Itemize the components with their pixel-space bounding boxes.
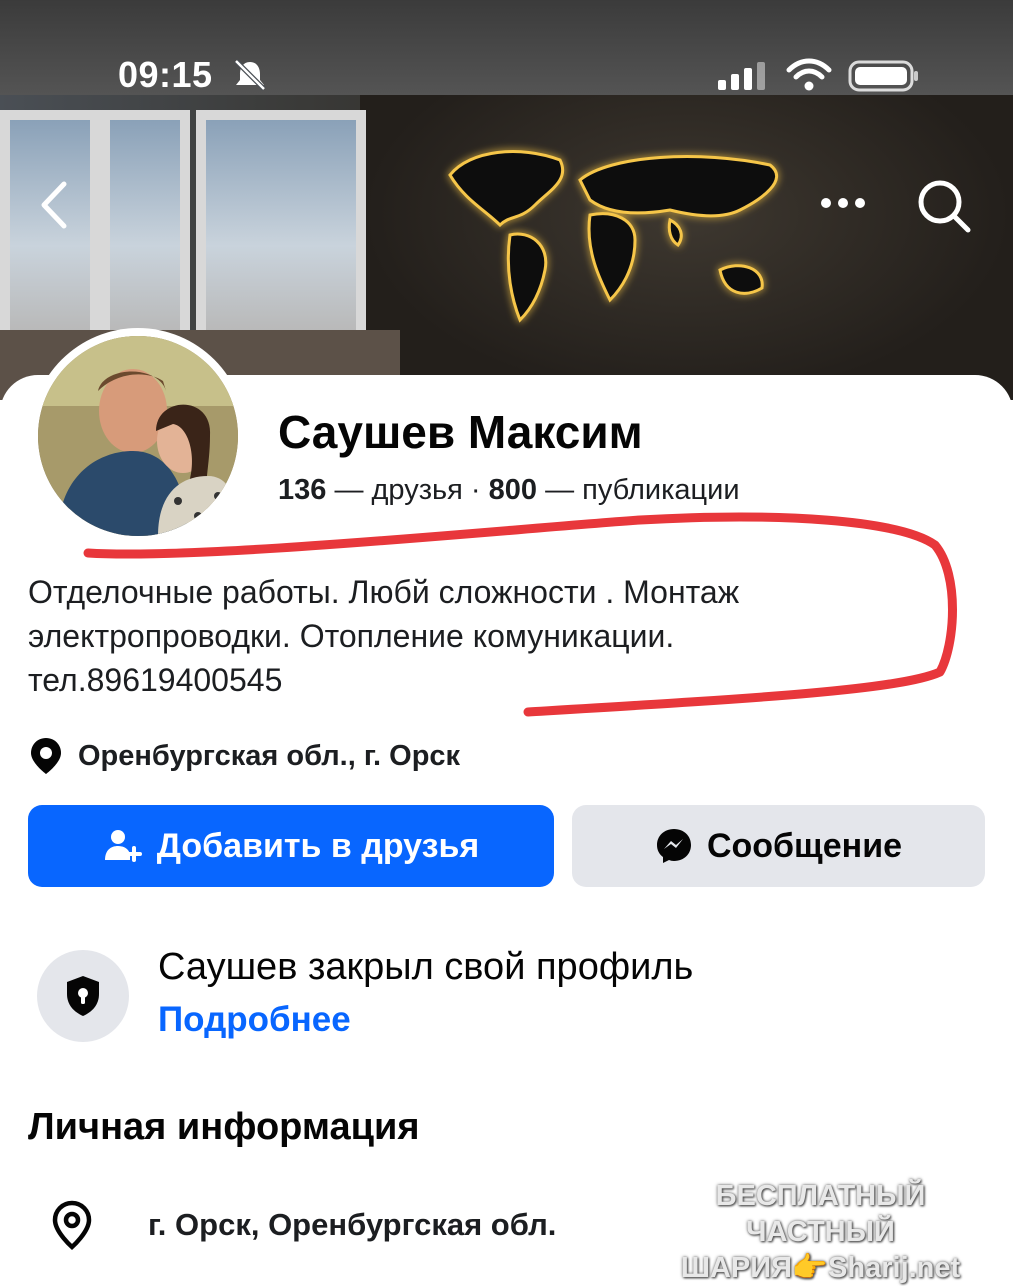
watermark-line: БЕСПЛАТНЫЙ ЧАСТНЫЙ <box>715 1180 926 1248</box>
message-button[interactable]: Сообщение <box>572 805 985 887</box>
bell-muted-icon <box>234 59 266 91</box>
avatar[interactable] <box>30 328 246 544</box>
cover-window <box>100 110 190 340</box>
messenger-icon <box>656 829 691 863</box>
cover-window <box>196 110 366 340</box>
add-person-icon <box>104 830 142 862</box>
profile-location: Оренбургская обл., г. Орск <box>28 734 460 778</box>
friends-label[interactable]: — друзья <box>334 474 462 506</box>
message-label: Сообщение <box>706 826 903 865</box>
watermark: БЕСПЛАТНЫЙ ЧАСТНЫЙ ШАРИЯ👉Sharij.net <box>648 1178 993 1286</box>
posts-count: 800 <box>488 474 538 506</box>
add-friend-label: Добавить в друзья <box>156 826 480 865</box>
locked-profile-title: Саушев закрыл свой профиль <box>158 946 694 988</box>
add-friend-button[interactable]: Добавить в друзья <box>28 805 554 887</box>
friends-count[interactable]: 136 <box>278 474 326 506</box>
avatar-people-image <box>38 336 238 536</box>
search-icon[interactable] <box>916 178 972 234</box>
profile-name: Саушев Максим <box>278 406 643 458</box>
posts-label: — публикации <box>545 474 740 506</box>
info-city-text: г. Орск, Оренбургская обл. <box>148 1207 557 1242</box>
info-city-row: г. Орск, Оренбургская обл. <box>50 1195 556 1255</box>
profile-bio: Отделочные работы. Любй сложности . Монт… <box>28 570 928 702</box>
location-outline-icon <box>52 1200 92 1251</box>
shield-lock-icon <box>67 976 99 1016</box>
more-options-icon[interactable] <box>820 196 866 210</box>
back-chevron-icon[interactable] <box>38 180 70 230</box>
personal-info-heading: Личная информация <box>28 1106 420 1148</box>
learn-more-link[interactable]: Подробнее <box>158 1000 351 1040</box>
stats-separator: · <box>470 474 481 506</box>
bio-line: тел.89619400545 <box>28 662 283 698</box>
bio-line: Отделочные работы. Любй сложности . Монт… <box>28 574 740 610</box>
lock-badge <box>37 950 129 1042</box>
bio-line: электропроводки. Отопление комуникации. <box>28 618 675 654</box>
battery-icon <box>848 60 918 92</box>
location-text: Оренбургская обл., г. Орск <box>78 739 461 772</box>
world-map-image <box>448 150 778 323</box>
wifi-icon <box>786 58 832 91</box>
signal-icon <box>718 62 765 90</box>
location-pin-icon <box>31 738 61 774</box>
avatar-photo <box>38 336 238 536</box>
watermark-line: ШАРИЯ👉Sharij.net <box>680 1252 961 1284</box>
status-time: 09:15 <box>118 54 213 95</box>
profile-stats: 136 — друзья · 800 — публикации <box>278 474 740 507</box>
